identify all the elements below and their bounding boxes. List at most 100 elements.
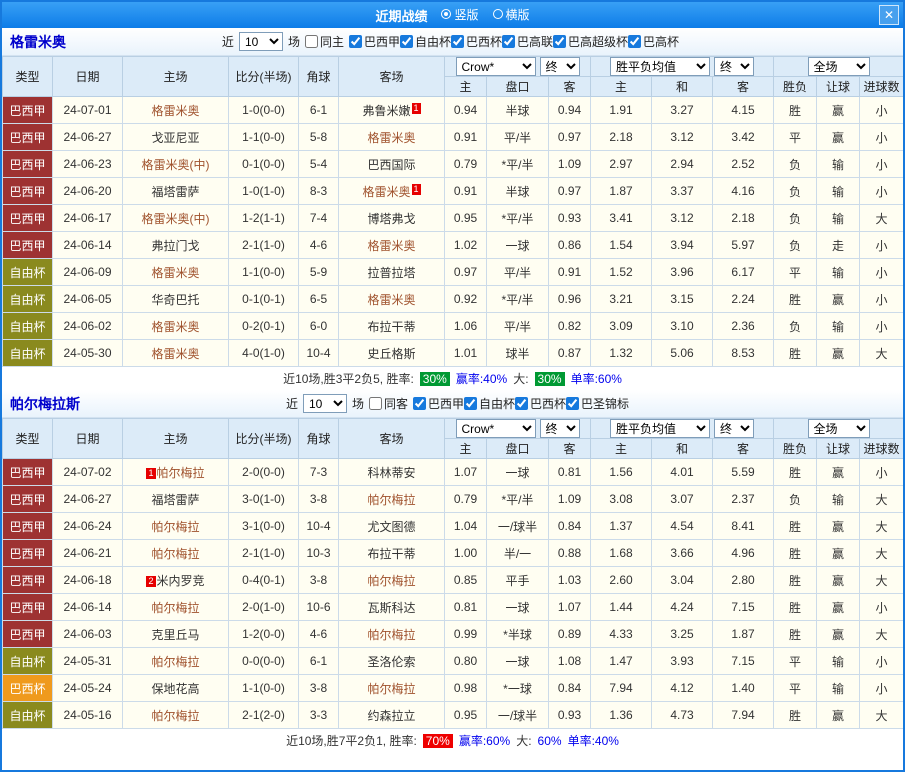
match-date: 24-06-24 (53, 513, 123, 540)
home-handicap-odds: 0.91 (445, 124, 487, 151)
competition-checkbox[interactable] (451, 35, 464, 48)
draw-odds: 3.25 (652, 621, 713, 648)
home-team: 戈亚尼亚 (123, 124, 229, 151)
match-date: 24-06-03 (53, 621, 123, 648)
competition-type: 巴西甲 (3, 205, 53, 232)
close-button[interactable]: ✕ (879, 5, 899, 25)
competition-checkbox[interactable] (400, 35, 413, 48)
home-win-odds: 4.33 (591, 621, 652, 648)
red-card-badge: 1 (412, 184, 421, 195)
competition-filter[interactable]: 巴西甲 (349, 33, 400, 50)
competition-checkbox[interactable] (349, 35, 362, 48)
competition-label: 巴西甲 (364, 33, 400, 50)
competition-filter[interactable]: 巴西杯 (515, 395, 566, 412)
same-venue-checkbox[interactable] (305, 35, 318, 48)
team-name-text: 格雷米奥 (367, 293, 415, 307)
fulltime-select[interactable]: 全场 (808, 57, 870, 76)
home-win-odds: 2.97 (591, 151, 652, 178)
competition-checkbox[interactable] (515, 397, 528, 410)
competition-filter[interactable]: 巴西杯 (451, 33, 502, 50)
team-name-text: 格雷米奥 (362, 185, 410, 199)
home-team: 格雷米奥 (123, 313, 229, 340)
result-wdl: 负 (774, 313, 817, 340)
match-row: 自由杯 24-05-30 格雷米奥 4-0(1-0) 10-4 史丘格斯 1.0… (3, 340, 904, 367)
recent-count-select[interactable]: 10 (303, 394, 347, 413)
competition-type: 自由杯 (3, 340, 53, 367)
away-win-odds: 4.15 (713, 97, 774, 124)
handicap-win-rate: 赢率:60% (459, 732, 510, 749)
draw-odds: 3.10 (652, 313, 713, 340)
odds-company-select[interactable]: Crow* (456, 57, 536, 76)
corners: 10-3 (299, 540, 339, 567)
result-handicap: 输 (817, 151, 860, 178)
result-goals: 大 (860, 486, 904, 513)
result-goals: 大 (860, 205, 904, 232)
competition-filter[interactable]: 巴高杯 (628, 33, 679, 50)
away-win-odds: 2.18 (713, 205, 774, 232)
home-team: 格雷米奥 (123, 97, 229, 124)
odds-final-select[interactable]: 终 (540, 419, 580, 438)
handicap-line: 半球 (487, 97, 549, 124)
team-name-text: 格雷米奥 (151, 266, 199, 280)
competition-checkbox[interactable] (628, 35, 641, 48)
home-handicap-odds: 0.92 (445, 286, 487, 313)
same-venue-checkbox[interactable] (369, 397, 382, 410)
result-handicap: 赢 (817, 513, 860, 540)
home-win-odds: 1.32 (591, 340, 652, 367)
away-win-odds: 5.59 (713, 459, 774, 486)
fulltime-header: 全场 (774, 57, 904, 77)
away-win-odds: 1.87 (713, 621, 774, 648)
competition-type: 自由杯 (3, 286, 53, 313)
competition-filter[interactable]: 巴西甲 (413, 395, 464, 412)
column-header: 主 (591, 77, 652, 97)
column-header: 和 (652, 439, 713, 459)
results-table-body: 巴西甲 24-07-02 1帕尔梅拉 2-0(0-0) 7-3 科林蒂安 1.0… (3, 459, 904, 729)
competition-filter[interactable]: 巴高联 (502, 33, 553, 50)
match-date: 24-05-30 (53, 340, 123, 367)
competition-checkbox[interactable] (464, 397, 477, 410)
wdl-final-select[interactable]: 终 (714, 419, 754, 438)
competition-checkbox[interactable] (566, 397, 579, 410)
handicap-line: 球半 (487, 340, 549, 367)
result-goals: 小 (860, 97, 904, 124)
wdl-final-select[interactable]: 终 (714, 57, 754, 76)
draw-odds: 3.15 (652, 286, 713, 313)
corners: 5-9 (299, 259, 339, 286)
away-handicap-odds: 0.89 (549, 621, 591, 648)
away-win-odds: 7.15 (713, 594, 774, 621)
column-header: 让球 (817, 77, 860, 97)
odds-company-select[interactable]: Crow* (456, 419, 536, 438)
results-table-head: 类型日期主场比分(半场)角球客场Crow*终胜平负均值终全场主盘口客主和客胜负让… (3, 419, 904, 459)
wdl-source-select[interactable]: 胜平负均值 (610, 419, 710, 438)
competition-checkbox[interactable] (553, 35, 566, 48)
team-name-text: 帕尔梅拉 (151, 601, 199, 615)
recent-count-select[interactable]: 10 (239, 32, 283, 51)
fulltime-select[interactable]: 全场 (808, 419, 870, 438)
competition-filter[interactable]: 巴高超级杯 (553, 33, 628, 50)
column-header: 客 (713, 77, 774, 97)
score: 2-1(1-0) (229, 540, 299, 567)
view-mode-0[interactable]: 竖版 (441, 6, 478, 23)
odds-final-select[interactable]: 终 (540, 57, 580, 76)
handicap-line: 一球 (487, 459, 549, 486)
competition-filter[interactable]: 自由杯 (400, 33, 451, 50)
view-mode-1[interactable]: 横版 (493, 6, 530, 23)
red-card-badge: 2 (146, 576, 155, 587)
same-venue-filter[interactable]: 同主 (305, 33, 344, 50)
away-win-odds: 3.42 (713, 124, 774, 151)
corners: 3-8 (299, 567, 339, 594)
competition-checkbox[interactable] (413, 397, 426, 410)
wdl-source-select[interactable]: 胜平负均值 (610, 57, 710, 76)
competition-filter[interactable]: 自由杯 (464, 395, 515, 412)
competition-label: 巴西杯 (466, 33, 502, 50)
result-wdl: 胜 (774, 340, 817, 367)
competition-filter[interactable]: 巴圣锦标 (566, 395, 629, 412)
result-handicap: 赢 (817, 567, 860, 594)
score: 0-2(0-1) (229, 313, 299, 340)
team-name-text: 巴西国际 (367, 158, 415, 172)
same-venue-filter[interactable]: 同客 (369, 395, 408, 412)
competition-checkbox[interactable] (502, 35, 515, 48)
handicap-line: *一球 (487, 675, 549, 702)
away-handicap-odds: 0.84 (549, 513, 591, 540)
filter-bar: 近 10 场 同客 巴西甲自由杯巴西杯巴圣锦标 (286, 394, 629, 413)
